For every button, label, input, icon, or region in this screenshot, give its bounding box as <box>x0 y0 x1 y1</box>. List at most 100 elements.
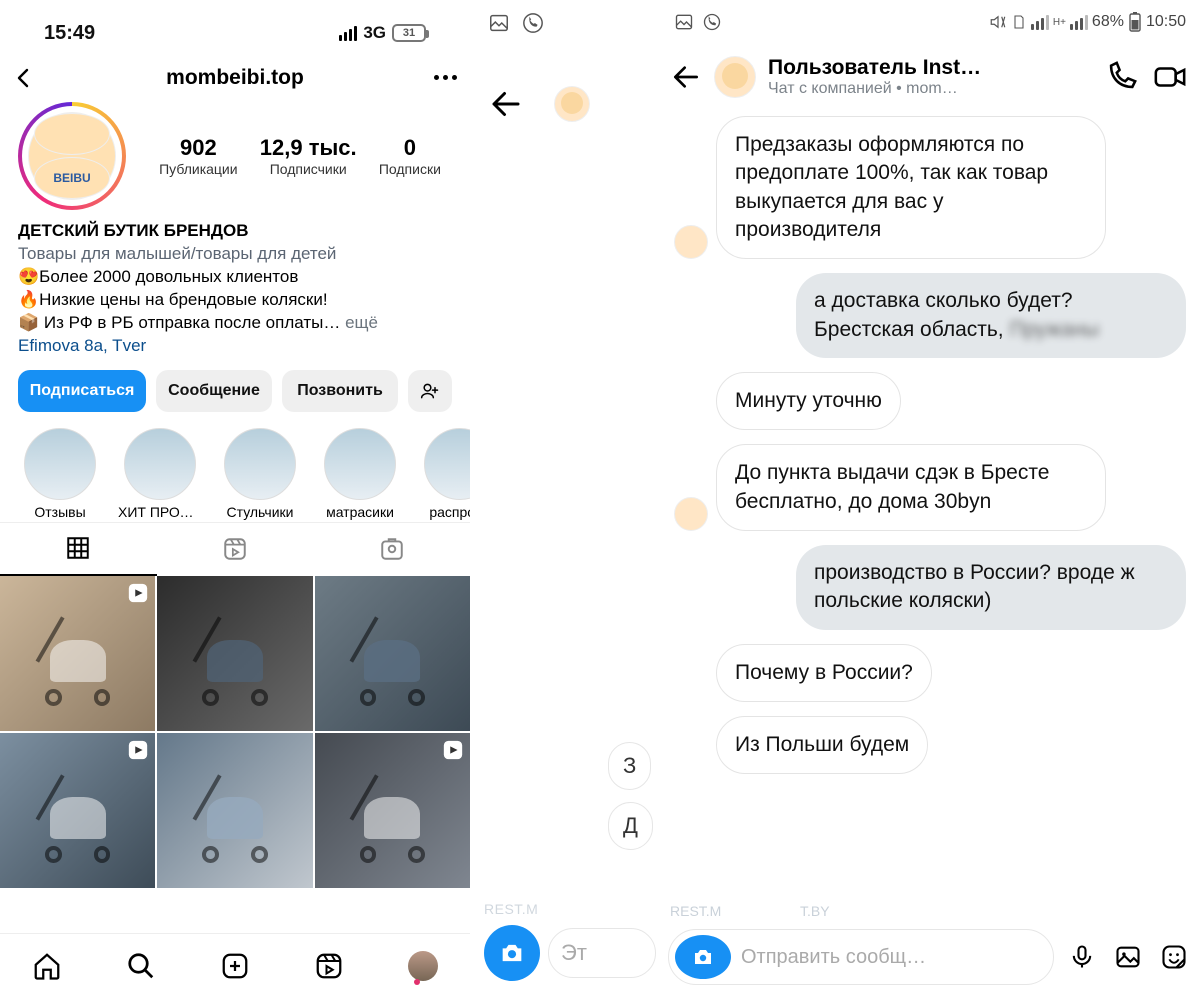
highlight-item[interactable]: матрасики <box>318 428 402 520</box>
nav-profile-icon[interactable] <box>408 951 438 981</box>
nav-search-icon[interactable] <box>126 951 156 981</box>
stat-posts[interactable]: 902 Публикации <box>159 135 237 177</box>
video-icon[interactable] <box>1150 60 1190 94</box>
reel-icon <box>127 739 149 761</box>
chat-avatar[interactable] <box>714 56 756 98</box>
post-thumbnail[interactable] <box>315 576 470 731</box>
camera-button[interactable] <box>675 935 731 979</box>
profile-header: mombeibi.top <box>0 56 470 96</box>
chat-input-bar: Отправить сообщ… <box>668 929 1192 985</box>
highlight-item[interactable]: распрода <box>418 428 470 520</box>
message-me[interactable]: производство в России? вроде ж польские … <box>796 545 1186 630</box>
message-me[interactable]: а доставка сколько будет? Брестская обла… <box>796 273 1186 358</box>
more-icon[interactable] <box>434 75 458 81</box>
call-button[interactable]: Позвонить <box>282 370 398 412</box>
battery-label: 68% <box>1092 13 1124 31</box>
profile-avatar[interactable]: BEIBU <box>18 102 126 210</box>
watermark-text: REST.M <box>670 903 721 919</box>
back-icon[interactable] <box>670 61 702 93</box>
avatar-label: BEIBU <box>34 157 110 199</box>
image-icon[interactable] <box>1110 939 1146 975</box>
message-them[interactable]: До пункта выдачи сдэк в Бресте бесплатно… <box>716 444 1106 531</box>
profile-bio: ДЕТСКИЙ БУТИК БРЕНДОВ Товары для малышей… <box>0 214 470 360</box>
nav-reels-icon[interactable] <box>314 951 344 981</box>
status-bar <box>480 0 660 46</box>
sender-avatar <box>674 497 708 531</box>
image-icon <box>674 12 694 32</box>
message-them[interactable]: Почему в России? <box>716 644 932 702</box>
chat-title[interactable]: Пользователь Inst… Чат с компанией • mom… <box>768 56 1092 98</box>
camera-button[interactable] <box>484 925 540 981</box>
tab-reels[interactable] <box>157 523 314 576</box>
chat-header: Пользователь Inst… Чат с компанией • mom… <box>660 38 1200 116</box>
bio-line: 🔥Низкие цены на брендовые коляски! <box>18 289 452 312</box>
bottom-nav <box>0 933 470 997</box>
post-thumbnail[interactable] <box>157 733 312 888</box>
image-icon <box>488 12 510 34</box>
mic-icon[interactable] <box>1064 939 1100 975</box>
viber-icon <box>522 12 544 34</box>
sim-icon <box>1011 13 1027 31</box>
post-thumbnail[interactable] <box>0 733 155 888</box>
instagram-profile-screen: 15:49 3G 31 mombeibi.top BEIBU 902 Публи… <box>0 0 470 997</box>
back-icon[interactable] <box>12 66 36 90</box>
back-icon[interactable] <box>488 86 524 122</box>
partial-chat-screen: З Д REST.M Эт <box>480 0 660 997</box>
message-button[interactable]: Сообщение <box>156 370 272 412</box>
stat-following[interactable]: 0 Подписки <box>379 135 441 177</box>
message-them[interactable]: Предзаказы оформляются по предоплате 100… <box>716 116 1106 259</box>
message-peek: Д <box>608 802 653 850</box>
posts-grid <box>0 576 470 889</box>
profile-username[interactable]: mombeibi.top <box>166 66 304 90</box>
message-peek: З <box>608 742 651 790</box>
signal-icon <box>339 26 357 41</box>
post-thumbnail[interactable] <box>0 576 155 731</box>
mute-icon <box>989 13 1007 31</box>
status-time: 10:50 <box>1146 13 1186 31</box>
status-bar: 15:49 3G 31 <box>0 0 470 56</box>
post-thumbnail[interactable] <box>157 576 312 731</box>
bio-name: ДЕТСКИЙ БУТИК БРЕНДОВ <box>18 220 452 243</box>
tab-grid[interactable] <box>0 523 157 576</box>
highlight-item[interactable]: ХИТ ПРОД… <box>118 428 202 520</box>
bio-line: 📦 Из РФ в РБ отправка после оплаты… <box>18 313 340 332</box>
watermark-text: REST.M <box>484 901 538 917</box>
battery-icon: 31 <box>392 24 426 42</box>
bio-more[interactable]: ещё <box>345 313 378 332</box>
chat-screen: H+ 68% 10:50 Пользователь Inst… Чат с ко… <box>660 0 1200 997</box>
phone-icon[interactable] <box>1104 60 1138 94</box>
status-time: 15:49 <box>44 22 95 45</box>
bio-address[interactable]: Efimova 8a, Tver <box>18 335 452 358</box>
message-input[interactable]: Эт <box>548 928 656 978</box>
bio-category[interactable]: Товары для малышей/товары для детей <box>18 243 452 266</box>
post-thumbnail[interactable] <box>315 733 470 888</box>
tab-tagged[interactable] <box>313 523 470 576</box>
chat-avatar[interactable] <box>554 86 590 122</box>
signal-icon <box>1031 15 1049 30</box>
nav-create-icon[interactable] <box>220 951 250 981</box>
watermark-text: T.BY <box>800 903 830 919</box>
message-them[interactable]: Из Польши будем <box>716 716 928 774</box>
message-them[interactable]: Минуту уточню <box>716 372 901 430</box>
highlight-item[interactable]: Стульчики <box>218 428 302 520</box>
follow-button[interactable]: Подписаться <box>18 370 146 412</box>
status-bar: H+ 68% 10:50 <box>660 0 1200 38</box>
notification-dot <box>414 979 420 985</box>
network-label: 3G <box>363 23 386 43</box>
stat-followers[interactable]: 12,9 тыс. Подписчики <box>260 135 357 177</box>
message-input[interactable]: Отправить сообщ… <box>668 929 1054 985</box>
highlights-row[interactable]: Отзывы ХИТ ПРОД… Стульчики матрасики рас… <box>0 422 470 522</box>
battery-icon <box>1128 12 1142 32</box>
sender-avatar <box>674 225 708 259</box>
messages-list[interactable]: Предзаказы оформляются по предоплате 100… <box>660 116 1200 774</box>
profile-tabs <box>0 522 470 576</box>
sticker-icon[interactable] <box>1156 939 1192 975</box>
signal-icon <box>1070 15 1088 30</box>
highlight-item[interactable]: Отзывы <box>18 428 102 520</box>
reel-icon <box>442 739 464 761</box>
bio-line: 😍Более 2000 довольных клиентов <box>18 266 452 289</box>
add-user-button[interactable] <box>408 370 452 412</box>
reel-icon <box>127 582 149 604</box>
viber-icon <box>702 12 722 32</box>
nav-home-icon[interactable] <box>32 951 62 981</box>
